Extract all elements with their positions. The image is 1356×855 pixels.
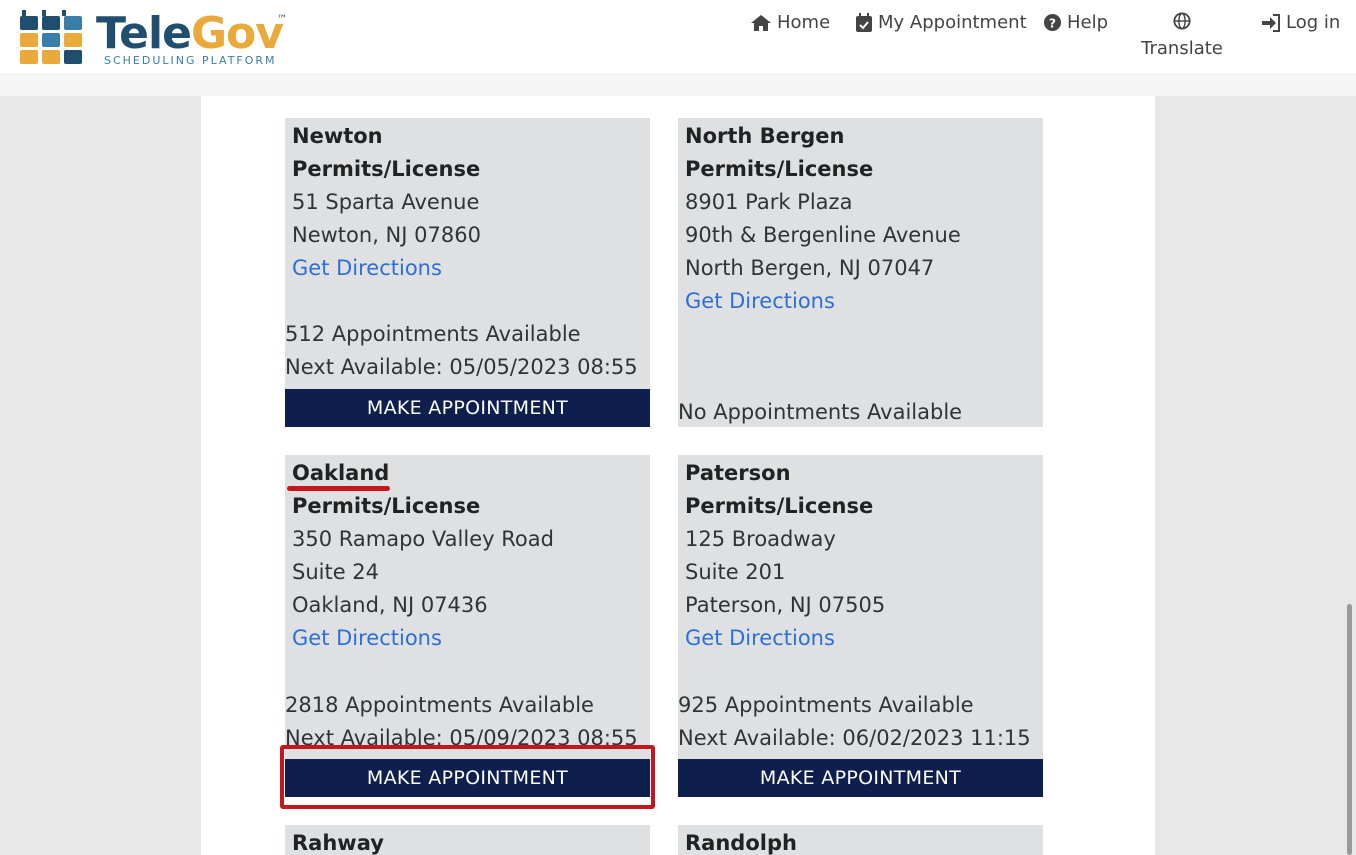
nav-home[interactable]: Home [750, 12, 830, 33]
appointments-available: No Appointments Available [678, 400, 963, 424]
location-card-randolph: Randolph [678, 825, 1043, 855]
nav-help-label: Help [1067, 12, 1109, 33]
address-line: Oakland, NJ 07436 [292, 593, 488, 617]
get-directions-link[interactable]: Get Directions [292, 252, 650, 285]
nav-translate[interactable]: Translate [1140, 12, 1224, 59]
site-header: TeleGov ™ SCHEDULING PLATFORM Home My Ap… [0, 0, 1356, 73]
address-line: 125 Broadway [685, 527, 836, 551]
nav-my-appointment[interactable]: My Appointment [855, 12, 1027, 33]
top-nav: Home My Appointment ? Help Translate Log… [0, 0, 1356, 73]
annotation-underline [287, 486, 390, 491]
svg-text:?: ? [1049, 16, 1056, 30]
globe-icon [1173, 12, 1191, 30]
location-card-newton: Newton Permits/License 51 Sparta Avenue … [285, 118, 650, 427]
service-type: Permits/License [292, 494, 481, 518]
scrollbar-thumb[interactable] [1347, 604, 1352, 855]
appointments-available: 512 Appointments Available [285, 322, 581, 346]
appointments-available: 925 Appointments Available [678, 693, 974, 717]
get-directions-link[interactable]: Get Directions [685, 285, 1043, 318]
calendar-check-icon [856, 12, 872, 32]
get-directions-link[interactable]: Get Directions [685, 622, 1043, 655]
service-type: Permits/License [685, 157, 874, 181]
nav-my-appointment-label: My Appointment [878, 12, 1027, 33]
sub-header-bar [0, 73, 1356, 96]
address-line: 90th & Bergenline Avenue [685, 223, 961, 247]
nav-login-label: Log in [1286, 12, 1341, 33]
address-line: Suite 24 [292, 560, 380, 584]
location-name: Paterson [685, 461, 791, 485]
address-line: Newton, NJ 07860 [292, 223, 481, 247]
question-circle-icon: ? [1043, 13, 1062, 32]
location-card-rahway: Rahway [285, 825, 650, 855]
make-appointment-button[interactable]: MAKE APPOINTMENT [285, 389, 650, 427]
location-card-paterson: Paterson Permits/License 125 Broadway Su… [678, 455, 1043, 797]
sign-in-icon [1262, 13, 1280, 32]
nav-translate-label: Translate [1141, 38, 1223, 59]
location-name: Rahway [292, 831, 384, 855]
get-directions-link[interactable]: Get Directions [292, 622, 650, 655]
location-name: Randolph [685, 831, 797, 855]
address-line: Paterson, NJ 07505 [685, 593, 886, 617]
appointments-available: 2818 Appointments Available [285, 693, 594, 717]
location-name: North Bergen [685, 124, 845, 148]
location-card-north-bergen: North Bergen Permits/License 8901 Park P… [678, 118, 1043, 427]
address-line: 350 Ramapo Valley Road [292, 527, 554, 551]
address-line: 51 Sparta Avenue [292, 190, 480, 214]
make-appointment-button[interactable]: MAKE APPOINTMENT [678, 759, 1043, 797]
address-line: 8901 Park Plaza [685, 190, 853, 214]
nav-login[interactable]: Log in [1261, 12, 1340, 33]
service-type: Permits/License [685, 494, 874, 518]
nav-help[interactable]: ? Help [1043, 12, 1108, 33]
location-name: Newton [292, 124, 383, 148]
home-icon [751, 14, 771, 31]
annotation-highlight-box [280, 745, 655, 809]
service-type: Permits/License [292, 157, 481, 181]
nav-home-label: Home [777, 12, 831, 33]
address-line: Suite 201 [685, 560, 786, 584]
address-line: North Bergen, NJ 07047 [685, 256, 935, 280]
